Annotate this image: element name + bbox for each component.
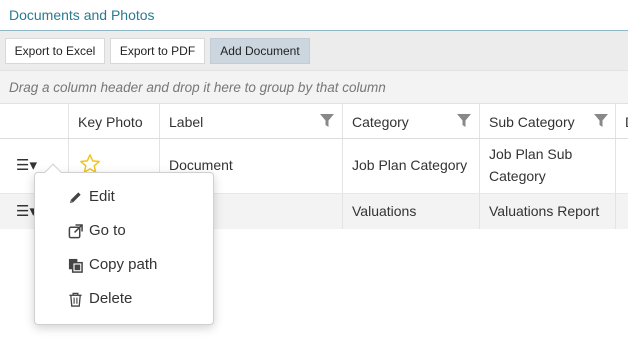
column-header-sub-category[interactable]: Sub Category bbox=[479, 104, 615, 138]
external-link-icon bbox=[68, 224, 83, 239]
row-menu-button[interactable]: ☰▾ bbox=[16, 156, 37, 174]
sub-category-cell: Valuations Report bbox=[479, 194, 615, 229]
toolbar: Export to Excel Export to PDF Add Docume… bbox=[0, 31, 628, 70]
row-context-menu: Edit Go to Copy path Delete bbox=[34, 163, 214, 325]
column-header-label[interactable]: Label bbox=[159, 104, 342, 138]
filter-icon[interactable] bbox=[594, 114, 608, 128]
export-excel-button[interactable]: Export to Excel bbox=[5, 38, 105, 64]
column-header-category[interactable]: Category bbox=[342, 104, 479, 138]
category-cell: Job Plan Category bbox=[342, 139, 479, 193]
menu-item-edit[interactable]: Edit bbox=[35, 180, 213, 214]
column-header-actions bbox=[0, 104, 68, 138]
column-label: Key Photo bbox=[78, 114, 143, 130]
pencil-icon bbox=[69, 192, 81, 204]
cell-text: Category bbox=[489, 168, 546, 184]
category-cell: Valuations bbox=[342, 194, 479, 229]
copy-icon bbox=[68, 258, 83, 273]
cell-text: Job Plan Sub bbox=[489, 146, 573, 162]
sub-category-cell: Job Plan Sub Category bbox=[479, 139, 615, 193]
truncated-cell bbox=[615, 139, 628, 193]
menu-item-label: Go to bbox=[89, 222, 126, 239]
column-label: Category bbox=[352, 114, 409, 130]
menu-item-label: Edit bbox=[89, 188, 115, 205]
panel-title: Documents and Photos bbox=[0, 0, 628, 31]
menu-item-label: Copy path bbox=[89, 256, 158, 273]
filter-icon[interactable] bbox=[457, 114, 471, 128]
column-header-truncated[interactable]: D bbox=[615, 104, 628, 138]
column-label: Label bbox=[169, 114, 204, 130]
cell-text: Job Plan Category bbox=[352, 157, 468, 173]
menu-item-label: Delete bbox=[89, 290, 133, 307]
cell-text: Document bbox=[169, 157, 233, 173]
trash-icon bbox=[69, 292, 82, 307]
menu-item-delete[interactable]: Delete bbox=[35, 282, 213, 316]
grid-header: Key Photo Label Category Sub Category D bbox=[0, 104, 628, 139]
cell-text: Valuations bbox=[352, 203, 417, 219]
truncated-cell bbox=[615, 194, 628, 229]
group-by-drop-zone[interactable]: Drag a column header and drop it here to… bbox=[0, 70, 628, 104]
column-label: Sub Category bbox=[489, 114, 575, 130]
add-document-button[interactable]: Add Document bbox=[210, 38, 310, 64]
filter-icon[interactable] bbox=[320, 114, 334, 128]
menu-item-go-to[interactable]: Go to bbox=[35, 214, 213, 248]
cell-text: Valuations Report bbox=[489, 203, 600, 219]
menu-item-copy-path[interactable]: Copy path bbox=[35, 248, 213, 282]
export-pdf-button[interactable]: Export to PDF bbox=[110, 38, 205, 64]
column-header-key-photo[interactable]: Key Photo bbox=[68, 104, 159, 138]
